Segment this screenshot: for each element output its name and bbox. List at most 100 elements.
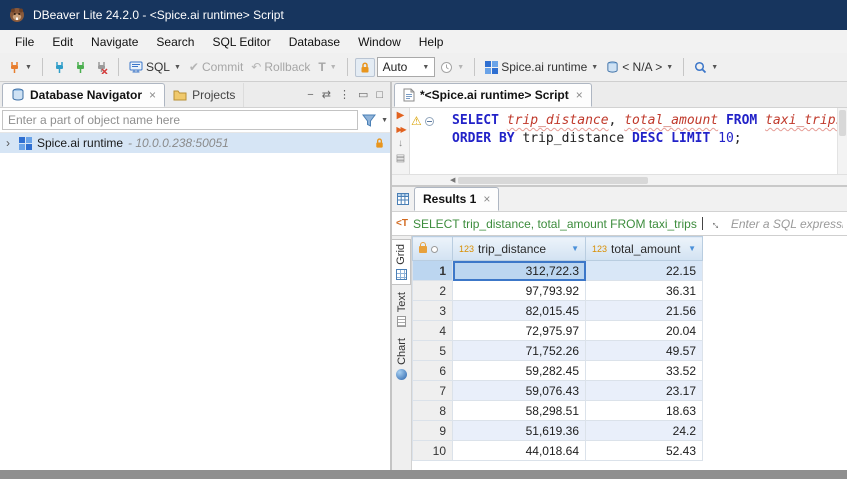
row-number[interactable]: 6 [413, 361, 453, 381]
grid-cell-trip-distance[interactable]: 44,018.64 [453, 441, 586, 461]
chevron-down-icon[interactable]: ▼ [381, 117, 388, 124]
sql-line-2[interactable]: ORDER BY trip_distance DESC LIMIT 10; [452, 130, 837, 148]
grid-cell-trip-distance[interactable]: 59,282.45 [453, 361, 586, 381]
reconnect-button[interactable] [71, 59, 90, 76]
menu-item-search[interactable]: Search [147, 32, 203, 52]
grid-cell-total-amount[interactable]: 21.56 [586, 301, 703, 321]
link-with-editor-icon[interactable]: ⇄ [322, 88, 331, 101]
menu-item-file[interactable]: File [6, 32, 43, 52]
grid-cell-total-amount[interactable]: 18.63 [586, 401, 703, 421]
connection-lock-toggle[interactable] [355, 58, 375, 77]
row-number[interactable]: 7 [413, 381, 453, 401]
column-header-trip-distance[interactable]: 123 trip_distance ▼ [453, 237, 586, 261]
connect-button[interactable] [50, 59, 69, 76]
grid-cell-trip-distance[interactable]: 71,752.26 [453, 341, 586, 361]
tab-results-1[interactable]: Results 1 × [414, 187, 499, 211]
row-number[interactable]: 3 [413, 301, 453, 321]
toolbar-separator [118, 58, 119, 76]
grid-cell-total-amount[interactable]: 49.57 [586, 341, 703, 361]
menu-item-window[interactable]: Window [349, 32, 410, 52]
menu-item-navigate[interactable]: Navigate [82, 32, 147, 52]
rollback-button[interactable]: ↶ Rollback [248, 58, 313, 76]
editor-vertical-scrollbar[interactable] [837, 108, 847, 174]
grid-cell-trip-distance[interactable]: 72,975.97 [453, 321, 586, 341]
grid-cell-trip-distance[interactable]: 51,619.36 [453, 421, 586, 441]
grid-cell-trip-distance[interactable]: 97,793.92 [453, 281, 586, 301]
tab-projects[interactable]: Projects [165, 83, 244, 107]
sql-code[interactable]: SELECT trip_distance, total_amount FROM … [446, 108, 837, 174]
scrollbar-thumb[interactable] [458, 177, 648, 184]
filter-funnel-icon[interactable] [362, 114, 376, 127]
row-number[interactable]: 2 [413, 281, 453, 301]
custom-filter-icon[interactable]: <T [396, 218, 408, 229]
grid-cell-total-amount[interactable]: 36.31 [586, 281, 703, 301]
new-connection-button[interactable]: ▼ [5, 59, 35, 76]
expand-chevron-icon[interactable]: › [6, 136, 14, 150]
filter-expression-input[interactable]: Enter a SQL expression to [731, 217, 843, 231]
navigator-filter-input[interactable] [2, 110, 358, 130]
column-header-total-amount[interactable]: 123 total_amount ▼ [586, 237, 703, 261]
row-number[interactable]: 4 [413, 321, 453, 341]
row-number[interactable]: 10 [413, 441, 453, 461]
side-tab-text[interactable]: Text [392, 288, 411, 331]
scroll-left-icon[interactable]: ◀ [450, 176, 455, 184]
transaction-log-button[interactable]: T ▼ [315, 58, 339, 76]
execute-script-icon[interactable]: ▶▶ [396, 126, 404, 134]
results-grid-region: Grid Text Chart [392, 236, 847, 470]
collapse-all-icon[interactable]: − [307, 89, 313, 101]
maximize-view-icon[interactable]: □ [376, 89, 383, 101]
clock-icon [440, 61, 453, 74]
scrollbar-thumb[interactable] [839, 110, 846, 136]
commit-button[interactable]: ✔ Commit [186, 58, 246, 76]
sql-line-1[interactable]: SELECT trip_distance, total_amount FROM … [452, 112, 837, 130]
menu-item-edit[interactable]: Edit [43, 32, 82, 52]
search-button[interactable]: ▼ [691, 59, 721, 76]
row-number[interactable]: 8 [413, 401, 453, 421]
fold-collapse-icon[interactable] [425, 117, 434, 126]
close-icon[interactable]: × [576, 88, 583, 102]
close-icon[interactable]: × [149, 88, 156, 102]
grid-cell-total-amount[interactable]: 23.17 [586, 381, 703, 401]
sort-desc-icon[interactable]: ▼ [688, 244, 696, 253]
grid-cell-total-amount[interactable]: 22.15 [586, 261, 703, 281]
disconnect-button[interactable] [92, 59, 111, 76]
menu-item-sql-editor[interactable]: SQL Editor [203, 32, 279, 52]
explain-plan-icon[interactable]: ▤ [396, 154, 405, 164]
spice-logo-icon [485, 61, 498, 74]
grid-cell-total-amount[interactable]: 52.43 [586, 441, 703, 461]
side-tab-grid[interactable]: Grid [392, 239, 411, 285]
export-result-icon[interactable]: ↓ [398, 139, 403, 149]
active-connection-selector[interactable]: Spice.ai runtime ▼ [482, 58, 601, 76]
commit-mode-value: Auto [383, 60, 408, 74]
tree-item-connection[interactable]: › Spice.ai runtime - 10.0.0.238:50051 [0, 133, 390, 153]
results-side-tabs: Grid Text Chart [392, 236, 412, 470]
row-number[interactable]: 9 [413, 421, 453, 441]
grid-corner-cell[interactable] [413, 237, 453, 261]
menu-item-database[interactable]: Database [280, 32, 349, 52]
close-icon[interactable]: × [483, 192, 490, 206]
sort-desc-icon[interactable]: ▼ [571, 244, 579, 253]
grid-cell-total-amount[interactable]: 24.2 [586, 421, 703, 441]
menu-item-help[interactable]: Help [410, 32, 453, 52]
execute-statement-icon[interactable]: ▶ [397, 111, 405, 121]
grid-cell-total-amount[interactable]: 20.04 [586, 321, 703, 341]
sql-editor-panel: *<Spice.ai runtime> Script × ▶ ▶▶ ↓ ▤ ⚠ [392, 82, 847, 470]
row-number[interactable]: 1 [413, 261, 453, 281]
tab-sql-script[interactable]: *<Spice.ai runtime> Script × [394, 83, 592, 107]
sql-editor-button[interactable]: SQL ▼ [126, 58, 184, 76]
active-database-selector[interactable]: < N/A > ▼ [603, 58, 676, 76]
grid-cell-total-amount[interactable]: 33.52 [586, 361, 703, 381]
tab-database-navigator[interactable]: Database Navigator × [2, 83, 165, 107]
expand-panel-icon[interactable]: ↔ [708, 214, 726, 232]
grid-cell-trip-distance[interactable]: 82,015.45 [453, 301, 586, 321]
editor-horizontal-scrollbar[interactable]: ◀ [392, 174, 847, 186]
minimize-view-icon[interactable]: ▭ [358, 88, 368, 101]
view-menu-icon[interactable]: ⋮ [339, 88, 350, 101]
grid-cell-trip-distance[interactable]: 312,722.3 [453, 261, 586, 281]
grid-cell-trip-distance[interactable]: 59,076.43 [453, 381, 586, 401]
grid-cell-trip-distance[interactable]: 58,298.51 [453, 401, 586, 421]
row-number[interactable]: 5 [413, 341, 453, 361]
side-tab-chart[interactable]: Chart [392, 334, 411, 384]
transaction-history-button[interactable]: ▼ [437, 59, 467, 76]
commit-mode-select[interactable]: Auto ▼ [377, 57, 436, 77]
